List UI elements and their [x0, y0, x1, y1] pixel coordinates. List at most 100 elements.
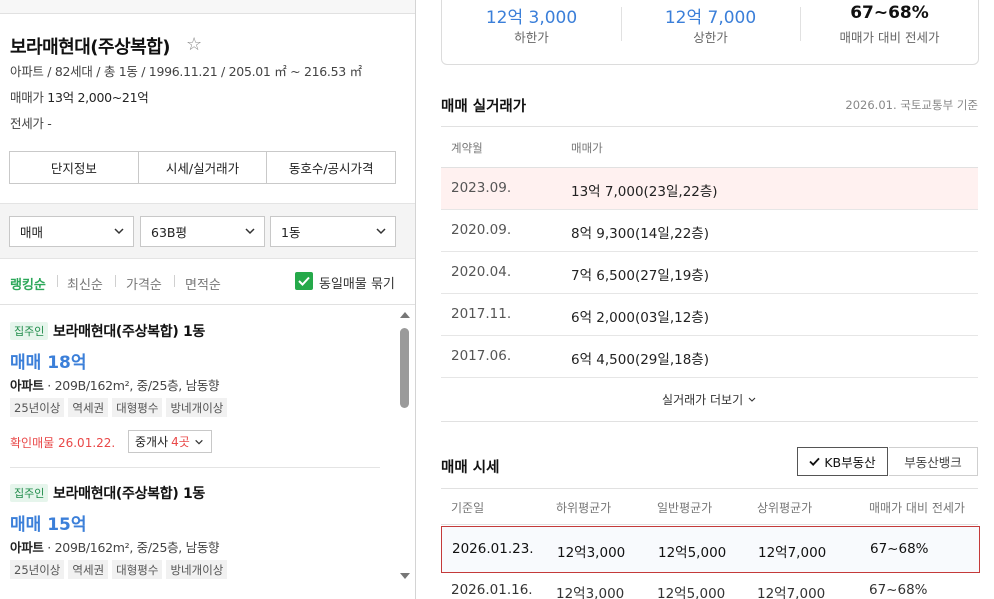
header-general-avg: 일반평균가 [657, 501, 713, 515]
price-detail-panel: 12억 3,000 하한가 12억 7,000 상한가 67~68% 매매가 대… [422, 0, 994, 599]
jeonse-ratio-cell: 67~68% [869, 582, 928, 598]
listing-spec: 아파트 · 209B/162m², 중/25층, 남동향 [10, 375, 220, 394]
filter-bar: 매매 63B평 1동 [0, 203, 415, 259]
listing-item[interactable]: 집주인 보라매현대(주상복합) 1동 매매 18억 아파트 · 209B/162… [10, 322, 380, 462]
tab-unit-official-price[interactable]: 동호수/공시가격 [267, 152, 396, 183]
listing-tag: 대형평수 [112, 560, 163, 579]
agent-label: 중개사 [135, 435, 169, 449]
contract-month: 2020.04. [451, 264, 512, 280]
table-row: 2017.11. 6억 2,000(03일,12층) [441, 294, 978, 336]
listing-price: 매매 15억 [10, 515, 87, 535]
header-sale-price: 매매가 [571, 141, 603, 155]
agent-count: 4곳 [171, 435, 190, 449]
lower-price: 12억 3,000 하한가 [442, 0, 621, 66]
building-select[interactable]: 1동 [270, 216, 396, 247]
listing-tag: 역세권 [68, 560, 109, 579]
contract-month: 2023.09. [451, 180, 512, 196]
favorite-star-icon[interactable]: ☆ [186, 34, 202, 55]
table-row: 2023.09. 13억 7,000(23일,22층) [441, 168, 978, 210]
low-avg-price: 12억3,000 [557, 545, 626, 561]
source-kb-label: KB부동산 [824, 455, 876, 470]
panel-top-strip [0, 0, 415, 14]
sort-price[interactable]: 가격순 [126, 274, 162, 293]
general-avg-price: 12억5,000 [658, 545, 727, 561]
listing-scrollbar[interactable] [398, 306, 412, 591]
complex-summary: 아파트 / 82세대 / 총 1동 / 1996.11.21 / 205.01 … [10, 64, 362, 79]
table-row: 2020.04. 7억 6,500(27일,19층) [441, 252, 978, 294]
owner-badge: 집주인 [10, 484, 49, 502]
transaction-table-header: 계약월 매매가 [441, 126, 978, 168]
tab-market-price[interactable]: 시세/실거래가 [138, 152, 268, 183]
group-same-label[interactable]: 동일매물 묶기 [319, 273, 395, 292]
upper-price-label: 상한가 [693, 30, 728, 45]
jeonse-ratio-label: 매매가 대비 전세가 [839, 30, 940, 45]
header-base-date: 기준일 [451, 501, 485, 515]
check-icon [809, 457, 821, 466]
check-icon [298, 276, 310, 286]
contract-month: 2017.06. [451, 348, 512, 364]
complex-panel: 보라매현대(주상복합) ☆ 아파트 / 82세대 / 총 1동 / 1996.1… [0, 0, 416, 599]
sale-price: 6억 4,500(29일,18층) [571, 352, 709, 368]
complex-name: 보라매현대(주상복합) [10, 37, 171, 58]
transaction-section-title: 매매 실거래가 [441, 99, 527, 115]
header-contract-month: 계약월 [451, 141, 483, 155]
source-bank-button[interactable]: 부동산뱅크 [889, 447, 978, 476]
group-same-checkbox[interactable] [295, 272, 313, 290]
high-avg-price: 12억7,000 [757, 586, 826, 599]
owner-badge: 집주인 [10, 322, 49, 340]
listing-title[interactable]: 보라매현대(주상복합) 1동 [53, 321, 205, 341]
scroll-down-arrow-icon[interactable] [400, 573, 410, 579]
listing-tag: 방네개이상 [166, 398, 228, 417]
upper-price-value: 12억 7,000 [664, 8, 757, 28]
sale-price: 6억 2,000(03일,12층) [571, 310, 709, 326]
sort-ranking[interactable]: 랭킹순 [10, 274, 46, 293]
table-row: 2017.06. 6억 4,500(29일,18층) [441, 336, 978, 378]
area-select[interactable]: 63B평 [140, 216, 265, 247]
listing-tags: 25년이상 역세권 대형평수 방네개이상 [10, 398, 228, 417]
sale-price-range: 매매가 13억 2,000~21억 [10, 87, 149, 106]
scroll-up-arrow-icon[interactable] [400, 312, 410, 318]
sort-bar: 랭킹순 최신순 가격순 면적순 동일매물 묶기 [0, 263, 415, 303]
complex-info-tabs: 단지정보 시세/실거래가 동호수/공시가격 [9, 151, 396, 184]
more-transactions-button[interactable]: 실거래가 더보기 [441, 380, 978, 422]
base-date: 2026.01.23. [452, 541, 534, 557]
chevron-down-icon [376, 228, 386, 235]
listing-tag: 방네개이상 [166, 560, 228, 579]
contract-month: 2017.11. [451, 306, 512, 322]
trade-type-select[interactable]: 매매 [9, 216, 134, 247]
scrollbar-thumb[interactable] [400, 328, 409, 408]
chevron-down-icon [245, 228, 255, 235]
listing-item[interactable]: 집주인 보라매현대(주상복합) 1동 매매 15억 아파트 · 209B/162… [10, 484, 380, 599]
tab-complex-info[interactable]: 단지정보 [10, 152, 139, 183]
sort-latest[interactable]: 최신순 [67, 274, 103, 293]
listing-title[interactable]: 보라매현대(주상복합) 1동 [53, 483, 205, 503]
sale-price: 7억 6,500(27일,19층) [571, 268, 709, 284]
sale-price: 8억 9,300(14일,22층) [571, 226, 709, 242]
chevron-down-icon [114, 228, 124, 235]
listing-detail: · 209B/162m², 중/25층, 남동향 [47, 378, 220, 393]
source-bank-label: 부동산뱅크 [904, 455, 962, 470]
listing-tag: 대형평수 [112, 398, 163, 417]
sort-area[interactable]: 면적순 [185, 274, 221, 293]
general-avg-price: 12억5,000 [657, 586, 726, 599]
low-avg-price: 12억3,000 [556, 586, 625, 599]
sort-separator [115, 275, 116, 287]
listing-price: 매매 18억 [10, 353, 87, 373]
listing-tags: 25년이상 역세권 대형평수 방네개이상 [10, 560, 228, 579]
sort-separator [57, 275, 58, 287]
listing-type: 아파트 [10, 540, 44, 555]
listing-tag: 역세권 [68, 398, 109, 417]
header-low-avg: 하위평균가 [556, 501, 612, 515]
market-price-section-title: 매매 시세 [441, 460, 500, 476]
listing-list: 집주인 보라매현대(주상복합) 1동 매매 18억 아파트 · 209B/162… [0, 304, 415, 599]
trade-type-value: 매매 [20, 225, 44, 240]
building-value: 1동 [281, 225, 301, 240]
sale-price: 13억 7,000(23일,22층) [571, 184, 718, 200]
listing-divider [10, 467, 380, 468]
listing-detail: · 209B/162m², 중/25층, 남동향 [47, 540, 220, 555]
sort-separator [174, 275, 175, 287]
chevron-down-icon [748, 397, 756, 402]
source-kb-button[interactable]: KB부동산 [797, 447, 888, 476]
agent-count-button[interactable]: 중개사 4곳 [128, 430, 212, 453]
jeonse-price-value: - [47, 116, 52, 131]
